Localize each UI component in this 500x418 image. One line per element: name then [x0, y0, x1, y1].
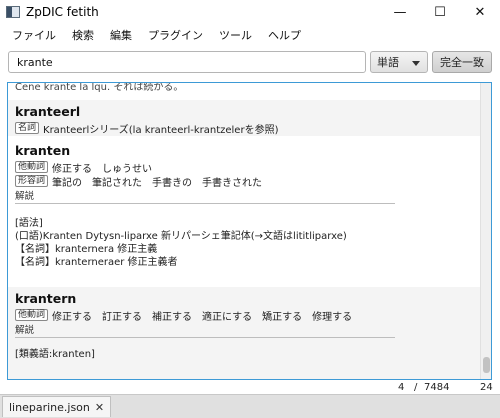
results-list[interactable]: Cene krante la lqu. それは続かる。 kranteerl 名詞… [7, 82, 492, 380]
search-row: 単語 完全一致 [0, 48, 500, 78]
part-of-speech-tag: 形容詞 [15, 175, 49, 187]
close-icon[interactable]: ✕ [95, 401, 104, 414]
entry-headword: krantern [15, 291, 77, 306]
equivalent-row: 他動詞 修正する しゅうせい [15, 160, 480, 175]
equivalent-term: Kranteerlシリーズ(la kranteerl-krantzelerを参照… [43, 124, 279, 136]
tab-label: lineparine.json [9, 400, 90, 414]
hit-count-total: 7484 [424, 382, 450, 393]
list-item[interactable]: kranten 他動詞 修正する しゅうせい 形容詞 筆記の 筆記された 手書き… [8, 139, 480, 283]
maximize-button[interactable]: ☐ [420, 0, 460, 24]
app-icon [6, 6, 20, 18]
information-line: 【名詞】kranternera 修正主義 [15, 244, 158, 255]
menu-file[interactable]: ファイル [4, 27, 64, 43]
equivalent-term: 手書きの [152, 177, 193, 189]
section-label: 解説 [15, 190, 395, 204]
part-of-speech-tag: 他動詞 [15, 309, 49, 321]
hit-count-separator: / [414, 382, 418, 393]
tab-dictionary[interactable]: lineparine.json ✕ [2, 396, 112, 417]
menu-search[interactable]: 検索 [64, 27, 102, 43]
entry-headword: kranten [15, 143, 71, 158]
menu-bar: ファイル 検索 編集 プラグイン ツール ヘルプ [0, 24, 500, 46]
menu-plugin[interactable]: プラグイン [140, 27, 211, 43]
window-controls: — ☐ ✕ [380, 0, 500, 24]
equivalent-term: 訂正する [102, 311, 143, 323]
equivalent-term: しゅうせい [102, 163, 153, 175]
menu-edit[interactable]: 編集 [102, 27, 140, 43]
information-line: [類義語:kranten] [15, 349, 95, 360]
entry-headword: kranteerl [15, 104, 81, 119]
tab-bar: lineparine.json ✕ [0, 394, 500, 418]
title-bar: ZpDIC fetith — ☐ ✕ [0, 0, 500, 24]
equivalent-term: 補正する [152, 311, 193, 323]
list-item[interactable]: krantern 他動詞 修正する 訂正する 補正する 適正にする 矯正する 修… [8, 287, 480, 379]
section-label: 解説 [15, 324, 395, 338]
menu-help[interactable]: ヘルプ [260, 27, 309, 43]
list-item[interactable]: kranteerl 名詞 Kranteerlシリーズ(la kranteerl-… [8, 100, 480, 136]
scrollbar-thumb[interactable] [483, 357, 490, 373]
equivalent-term: 筆記された [92, 177, 143, 189]
menu-tools[interactable]: ツール [211, 27, 260, 43]
equivalent-term: 修正する [52, 311, 93, 323]
equivalent-row: 他動詞 修正する 訂正する 補正する 適正にする 矯正する 修理する [15, 308, 480, 323]
close-button[interactable]: ✕ [460, 0, 500, 24]
search-input[interactable] [8, 51, 366, 73]
status-bar: 4 / 7484 24 [0, 382, 500, 394]
hit-count-current: 4 [398, 382, 405, 393]
search-mode-value: 単語 [377, 56, 399, 69]
equivalent-term: 修正する [52, 163, 93, 175]
chevron-down-icon [412, 61, 420, 66]
equivalent-term: 手書きされた [202, 177, 263, 189]
search-time: 24 [480, 382, 493, 393]
part-of-speech-tag: 名詞 [15, 122, 40, 134]
equivalent-row: 名詞 Kranteerlシリーズ(la kranteerl-krantzeler… [15, 121, 480, 136]
information-line: (口語)Kranten Dytysn-liparxe 新リパーシェ筆記体(→文語… [15, 231, 347, 242]
part-of-speech-tag: 他動詞 [15, 161, 49, 173]
window-title: ZpDIC fetith [26, 5, 99, 19]
minimize-button[interactable]: — [380, 0, 420, 24]
search-mode-select[interactable]: 単語 [370, 51, 428, 73]
exact-match-button[interactable]: 完全一致 [432, 51, 492, 73]
equivalent-row: 形容詞 筆記の 筆記された 手書きの 手書きされた [15, 174, 480, 189]
equivalent-term: 矯正する [262, 311, 303, 323]
equivalent-term: 筆記の [52, 177, 83, 189]
information-line: 【名詞】kranterneraer 修正主義者 [15, 257, 178, 268]
information-line: [語法] [15, 218, 43, 229]
equivalent-term: 修理する [312, 311, 353, 323]
partial-entry-text: Cene krante la lqu. それは続かる。 [15, 82, 184, 93]
equivalent-term: 適正にする [202, 311, 253, 323]
results-scrollbar[interactable] [480, 83, 491, 379]
